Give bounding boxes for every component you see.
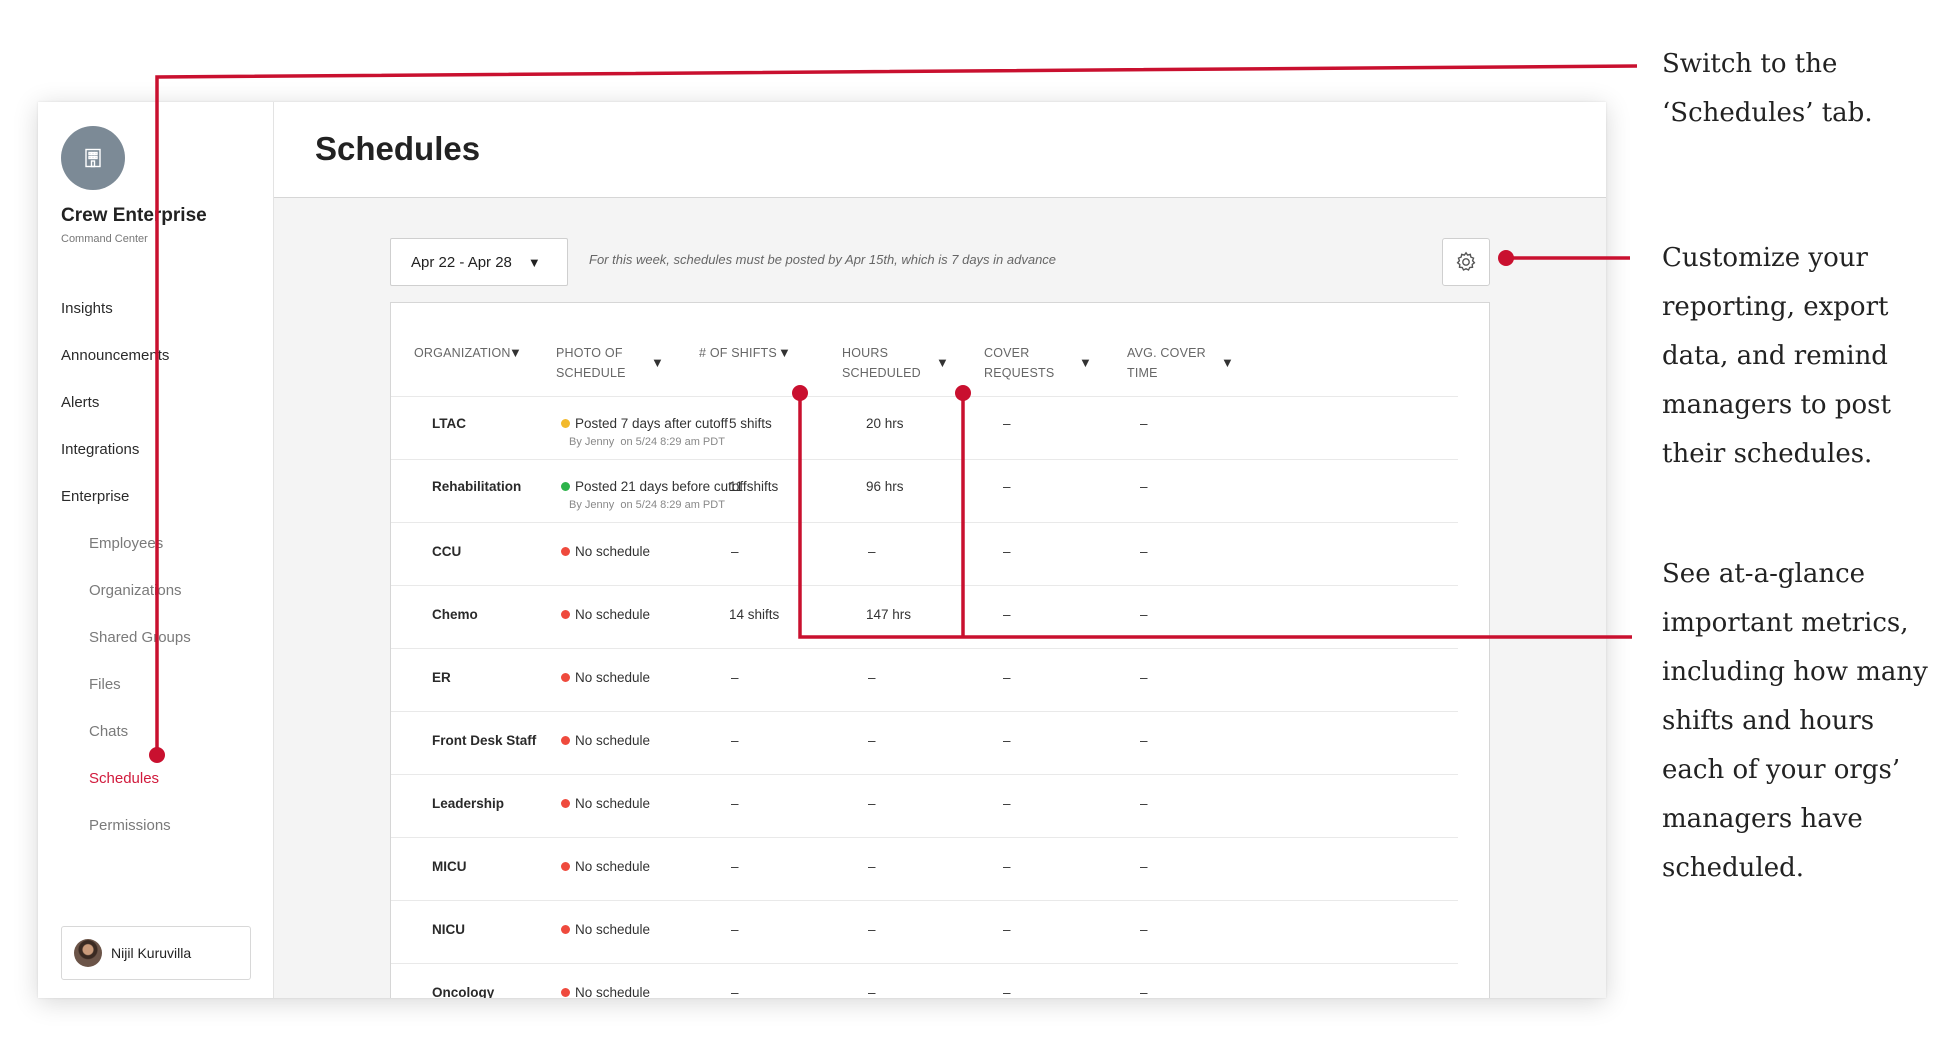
callout-dot xyxy=(792,385,808,401)
callout-dot xyxy=(955,385,971,401)
annotation-settings: Customize your reporting, export data, a… xyxy=(1662,243,1891,469)
annotation-metrics: See at-a-glance important metrics, inclu… xyxy=(1662,559,1928,883)
callout-dot xyxy=(149,747,165,763)
annotation-schedules-tab: Switch to the ‘Schedules’ tab. xyxy=(1662,49,1873,128)
callout-line-schedules-tab xyxy=(155,64,1638,755)
callout-dot xyxy=(1498,250,1514,266)
callout-lines xyxy=(149,64,1638,763)
callout-line-metrics xyxy=(798,393,1632,639)
